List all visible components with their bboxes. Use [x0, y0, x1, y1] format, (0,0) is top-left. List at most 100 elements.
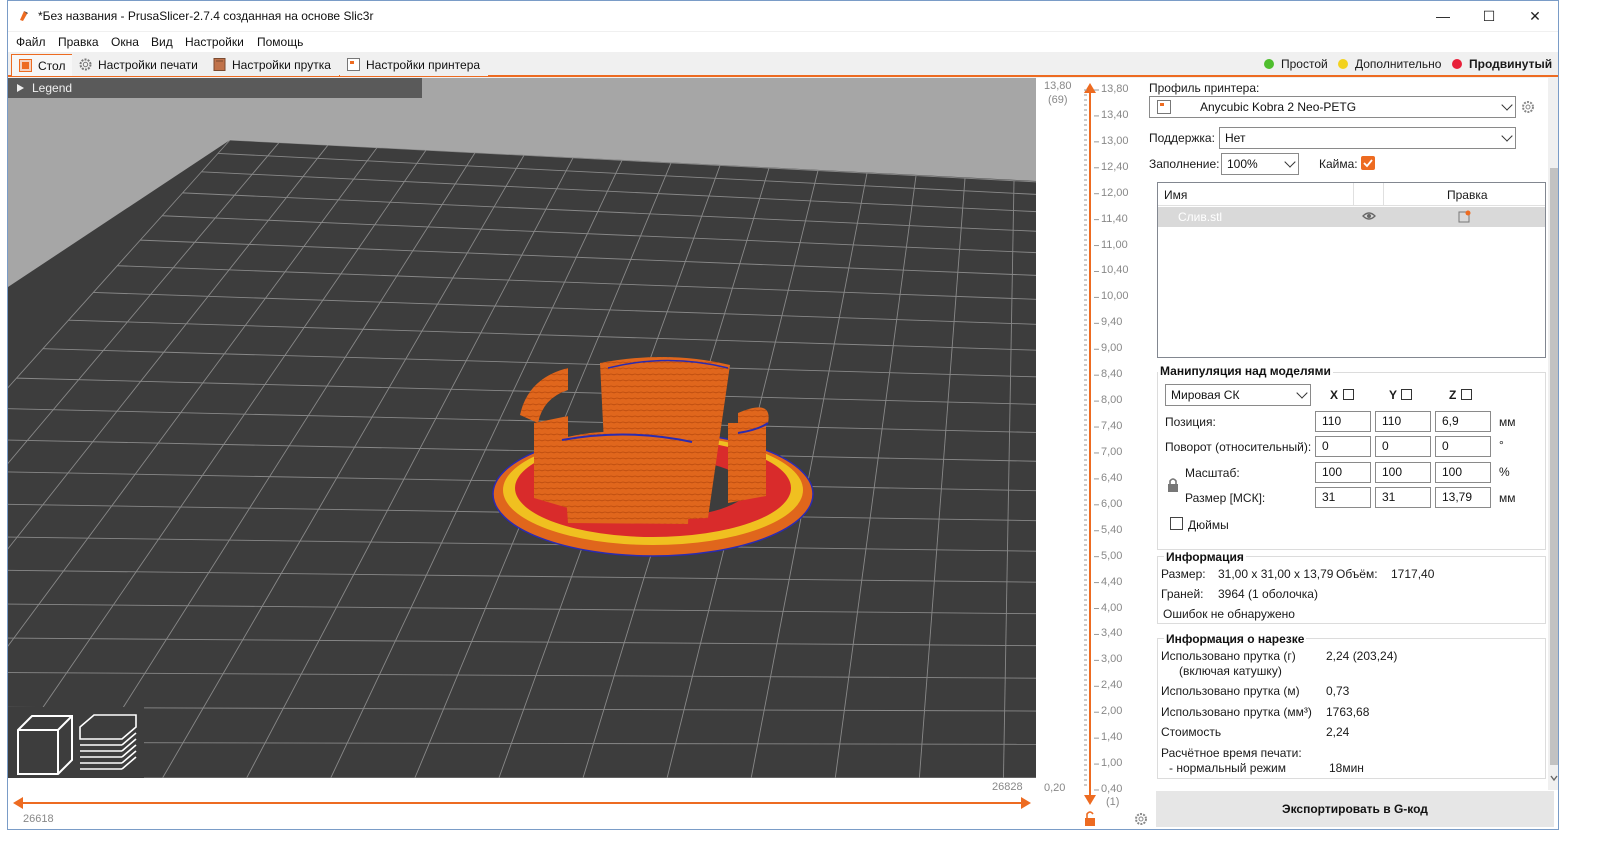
slider-left-thumb-icon[interactable] [13, 797, 23, 809]
tab-label: Настройки принтера [366, 58, 481, 72]
layer-height-label: 6,40 [1101, 471, 1123, 484]
layer-height-label: 7,40 [1101, 420, 1123, 433]
scroll-down-arrow-icon[interactable] [1550, 774, 1558, 782]
vertical-layer-slider[interactable]: 13,80 (69) 13,80 13,40 13,00 12,40 12,00 11,4… [1036, 78, 1148, 830]
infill-combo[interactable]: 100% [1221, 153, 1299, 175]
inches-checkbox[interactable] [1170, 517, 1183, 530]
support-combo[interactable]: Нет [1219, 127, 1516, 149]
layer-height-label: 2,40 [1101, 679, 1123, 692]
legend-toggle[interactable]: Legend [8, 78, 422, 98]
printer-profile-label: Профиль принтера: [1149, 81, 1260, 95]
layer-height-label: 13,40 [1101, 108, 1129, 121]
object-list-header: Имя Правка [1158, 183, 1545, 206]
cog-icon [79, 58, 92, 71]
info-volume-label: Объём: [1336, 567, 1378, 581]
slider-settings-cog-icon[interactable] [1135, 813, 1147, 825]
position-x-field[interactable]: 110 [1315, 411, 1371, 432]
tab-filament-settings[interactable]: Настройки прутка [206, 54, 339, 76]
layer-height-label: 12,00 [1101, 186, 1129, 199]
tab-label: Настройки прутка [232, 58, 331, 72]
tab-label: Настройки печати [98, 58, 198, 72]
tab-printer-settings[interactable]: Настройки принтера [340, 54, 489, 76]
rotation-y-field[interactable]: 0 [1375, 436, 1431, 457]
menu-settings[interactable]: Настройки [185, 35, 244, 49]
menu-bar: Файл Правка Окна Вид Настройки Помощь [8, 32, 1558, 52]
minimize-button[interactable]: — [1420, 1, 1466, 31]
lock-icon[interactable] [1167, 477, 1179, 493]
object-row[interactable]: Слив.stl [1158, 207, 1545, 227]
layer-height-label: 4,00 [1101, 601, 1123, 614]
header-edit[interactable]: Правка [1447, 188, 1488, 202]
position-y-field[interactable]: 110 [1375, 411, 1431, 432]
size-y-field[interactable]: 31 [1375, 487, 1431, 508]
brim-checkbox[interactable] [1361, 156, 1375, 170]
printer-settings-cog-icon[interactable] [1521, 100, 1535, 114]
rotation-z-field[interactable]: 0 [1435, 436, 1491, 457]
menu-windows[interactable]: Окна [111, 35, 139, 49]
tab-print-settings[interactable]: Настройки печати [72, 54, 206, 76]
maximize-button[interactable]: ☐ [1466, 1, 1512, 31]
unlock-icon[interactable] [1085, 811, 1095, 826]
layer-height-label: 2,00 [1101, 705, 1123, 718]
drop-to-bed-x-icon[interactable] [1343, 389, 1354, 400]
print-time-label: Расчётное время печати: [1161, 746, 1302, 760]
layer-height-label: 11,00 [1101, 238, 1128, 251]
info-size-value: 31,00 x 31,00 x 13,79 [1218, 567, 1334, 581]
scale-y-field[interactable]: 100 [1375, 462, 1431, 483]
title-bar[interactable]: *Без названия - PrusaSlicer-2.7.4 создан… [8, 1, 1558, 31]
infill-label: Заполнение: [1149, 157, 1220, 171]
tab-plater[interactable]: Стол [11, 54, 75, 76]
menu-help[interactable]: Помощь [257, 35, 303, 49]
coord-system-combo[interactable]: Мировая СК [1165, 384, 1311, 406]
slider-top-thumb-icon[interactable] [1084, 83, 1096, 93]
vertical-slider-track[interactable] [1036, 78, 1148, 830]
menu-file[interactable]: Файл [16, 35, 46, 49]
object-list[interactable]: Имя Правка Слив.stl [1157, 182, 1546, 358]
3d-view-cube-icon[interactable] [17, 715, 73, 775]
layer-height-label: 11,40 [1101, 212, 1128, 225]
mode-expert[interactable]: Продвинутый [1452, 56, 1552, 72]
scale-x-field[interactable]: 100 [1315, 462, 1371, 483]
rotation-x-field[interactable]: 0 [1315, 436, 1371, 457]
slider-bottom-thumb-icon[interactable] [1084, 795, 1096, 805]
scrollbar-thumb[interactable] [1550, 168, 1558, 765]
header-name[interactable]: Имя [1164, 188, 1187, 202]
edit-object-icon[interactable] [1458, 210, 1471, 223]
horizontal-slider-area: 26828 26618 [8, 778, 1036, 830]
printer-profile-combo[interactable]: Anycubic Kobra 2 Neo-PETG [1149, 96, 1516, 118]
layer-height-label: 10,00 [1101, 290, 1129, 303]
drop-to-bed-y-icon[interactable] [1401, 389, 1412, 400]
position-z-field[interactable]: 6,9 [1435, 411, 1491, 432]
size-x-field[interactable]: 31 [1315, 487, 1371, 508]
size-z-field[interactable]: 13,79 [1435, 487, 1491, 508]
info-facets-value: 3964 (1 оболочка) [1218, 587, 1318, 601]
print-time-mode: - нормальный режим [1169, 761, 1286, 775]
menu-view[interactable]: Вид [151, 35, 173, 49]
layer-height-label: 3,40 [1101, 627, 1123, 640]
eye-icon[interactable] [1362, 211, 1376, 221]
sidebar-scrollbar[interactable] [1548, 78, 1558, 790]
layer-height-label: 13,00 [1101, 134, 1129, 147]
drop-to-bed-z-icon[interactable] [1461, 389, 1472, 400]
export-gcode-button[interactable]: Экспортировать в G-код [1156, 791, 1554, 827]
close-button[interactable]: ✕ [1512, 1, 1558, 31]
hslider-left-value: 26618 [23, 813, 54, 825]
view-toggle-panel [8, 707, 144, 778]
slider-right-thumb-icon[interactable] [1021, 797, 1031, 809]
preview-layers-icon[interactable] [79, 714, 137, 770]
legend-label: Legend [32, 81, 73, 95]
mode-advanced[interactable]: Дополнительно [1338, 56, 1441, 72]
info-size-label: Размер: [1161, 567, 1206, 581]
mode-simple[interactable]: Простой [1264, 56, 1328, 72]
horizontal-slider[interactable] [8, 778, 1036, 830]
rotation-unit: ° [1499, 438, 1504, 452]
cost-value: 2,24 [1326, 725, 1350, 739]
layer-height-label: 13,80 [1101, 83, 1129, 95]
inches-label: Дюймы [1188, 518, 1229, 532]
mode-label: Продвинутый [1469, 57, 1553, 71]
layer-height-label: 0,40 [1101, 783, 1123, 795]
scale-z-field[interactable]: 100 [1435, 462, 1491, 483]
3d-viewport[interactable]: Legend [8, 78, 1036, 778]
menu-edit[interactable]: Правка [58, 35, 99, 49]
used-g-sub: (включая катушку) [1179, 664, 1282, 678]
